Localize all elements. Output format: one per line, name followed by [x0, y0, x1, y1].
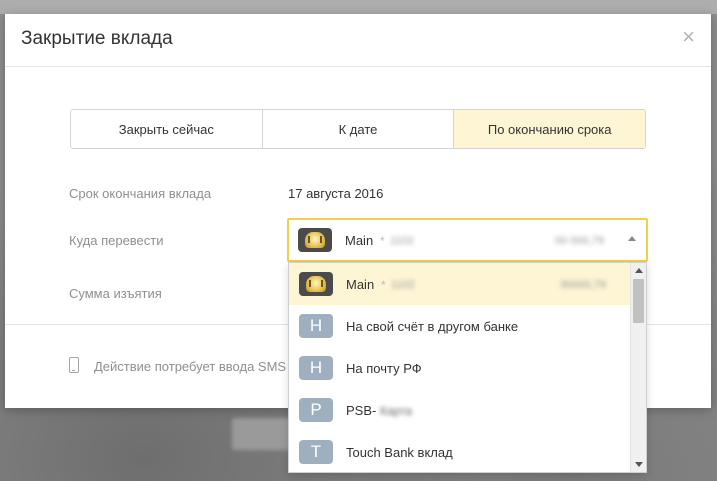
sms-notice: Действие потребует ввода SMS — [94, 359, 287, 374]
tab-at-term-end[interactable]: По окончанию срока — [454, 110, 645, 148]
destination-dropdown: Main * 1102 30000,79 Н На свой счёт в др… — [288, 262, 647, 473]
option-name: Main — [346, 277, 375, 292]
modal-title: Закрытие вклада — [21, 28, 173, 49]
destination-select[interactable]: Main * 1102 00 000,79 — [287, 218, 648, 262]
dropdown-option-psb[interactable]: P PSB- Карта — [289, 389, 630, 431]
destination-label: Куда перевести — [69, 233, 164, 248]
letter-icon: Н — [299, 356, 333, 380]
dropdown-option-russian-post[interactable]: Н На почту РФ — [289, 347, 630, 389]
caret-up-icon[interactable] — [628, 236, 636, 241]
selected-account-star: * — [380, 234, 385, 248]
end-date-label: Срок окончания вклада — [69, 186, 212, 201]
selected-account-balance: 00 000,79 — [555, 235, 604, 247]
phone-icon — [69, 357, 79, 373]
letter-icon: T — [299, 440, 333, 464]
selected-account-number: 1102 — [390, 235, 414, 247]
option-name: На почту РФ — [346, 361, 422, 376]
dropdown-option-touch-bank[interactable]: T Touch Bank вклад — [289, 431, 630, 472]
scroll-thumb[interactable] — [633, 279, 644, 323]
letter-icon: Н — [299, 314, 333, 338]
tab-by-date[interactable]: К дате — [262, 110, 455, 148]
option-name: PSB- — [346, 403, 377, 418]
option-name: Touch Bank вклад — [346, 445, 453, 460]
amount-label: Сумма изъятия — [69, 286, 162, 301]
modal-header: Закрытие вклада × — [5, 14, 711, 67]
option-star: * — [381, 278, 386, 292]
end-date-value: 17 августа 2016 — [288, 186, 384, 201]
bank-emblem-icon — [299, 272, 333, 296]
scroll-down-arrow-icon[interactable] — [635, 462, 643, 467]
close-mode-tabs: Закрыть сейчас К дате По окончанию срока — [70, 109, 646, 149]
option-account-number: 1102 — [391, 279, 415, 291]
tab-close-now[interactable]: Закрыть сейчас — [71, 110, 263, 148]
dropdown-scrollbar[interactable] — [630, 263, 646, 472]
option-masked-suffix: Карта — [380, 404, 413, 418]
dropdown-option-other-bank[interactable]: Н На свой счёт в другом банке — [289, 305, 630, 347]
option-account-balance: 30000,79 — [560, 279, 606, 291]
letter-icon: P — [299, 398, 333, 422]
bank-emblem-icon — [298, 228, 332, 252]
scroll-up-arrow-icon[interactable] — [635, 268, 643, 273]
selected-account-name: Main — [345, 233, 374, 248]
close-icon[interactable]: × — [682, 26, 695, 48]
dropdown-option-main[interactable]: Main * 1102 30000,79 — [289, 263, 630, 305]
option-name: На свой счёт в другом банке — [346, 319, 519, 334]
